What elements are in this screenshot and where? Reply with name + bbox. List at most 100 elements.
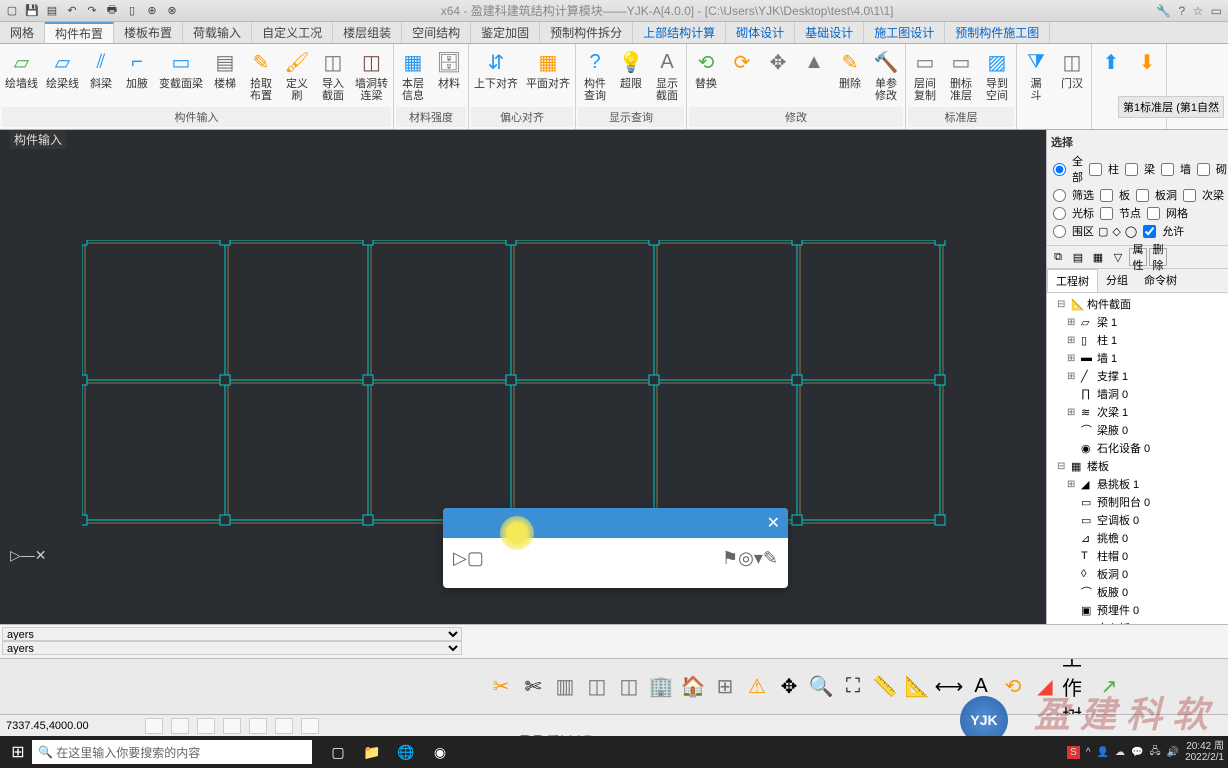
bt-layer-icon[interactable]: ▥ (550, 672, 580, 702)
ribbon-变截面梁[interactable]: ▭变截面梁 (156, 46, 206, 92)
radio-all[interactable] (1053, 163, 1066, 176)
bt-box2-icon[interactable]: ◫ (614, 672, 644, 702)
props-button[interactable]: 属性 (1129, 248, 1147, 266)
tab-空间结构[interactable]: 空间结构 (402, 22, 471, 43)
lasso-icon[interactable]: ◯ (1125, 225, 1137, 238)
chk-beam[interactable] (1125, 163, 1138, 176)
ribbon-显示 截面[interactable]: A显示 截面 (650, 46, 684, 104)
doc-icon[interactable]: ▯ (124, 3, 140, 19)
tab-预制构件施工图[interactable]: 预制构件施工图 (945, 22, 1050, 43)
sb-grid[interactable] (171, 718, 189, 734)
explorer-icon[interactable]: 📁 (356, 738, 388, 766)
sb-dyn[interactable] (301, 718, 319, 734)
add-icon[interactable]: ⊕ (144, 3, 160, 19)
tray-people-icon[interactable]: 👤 (1097, 747, 1109, 758)
chk-grid[interactable] (1147, 207, 1160, 220)
close-icon[interactable]: ✕ (767, 513, 780, 533)
sb-ortho[interactable] (197, 718, 215, 734)
sb-track[interactable] (275, 718, 293, 734)
tab-砌体设计[interactable]: 砌体设计 (726, 22, 795, 43)
tree-item[interactable]: ⊞◢悬挑板 1 (1049, 475, 1226, 493)
ribbon-导入 截面[interactable]: ◫导入 截面 (316, 46, 350, 104)
flag-icon[interactable]: ⚑ (722, 548, 738, 569)
taskview-icon[interactable]: ▢ (322, 738, 354, 766)
chk-secbeam[interactable] (1183, 189, 1196, 202)
ribbon-⬇[interactable]: ⬇ (1130, 46, 1164, 78)
tab-自定义工况[interactable]: 自定义工况 (252, 22, 333, 43)
tree-item[interactable]: ⊞▱梁 1 (1049, 313, 1226, 331)
tray-net-icon[interactable]: 🖧 (1149, 744, 1160, 761)
ribbon-本层 信息[interactable]: ▦本层 信息 (396, 46, 430, 104)
print-icon[interactable]: 🖶 (104, 3, 120, 19)
app-icon[interactable]: ◉ (424, 738, 456, 766)
bt-ruler-icon[interactable]: 📏 (870, 672, 900, 702)
tab-楼板布置[interactable]: 楼板布置 (114, 22, 183, 43)
sb-snap[interactable] (145, 718, 163, 734)
tree-item[interactable]: ▭预制阳台 0 (1049, 493, 1226, 511)
ribbon-绘墙线[interactable]: ▱绘墙线 (2, 46, 41, 92)
bt-zoomfit-icon[interactable]: ⛶ (838, 672, 868, 702)
tab-网格[interactable]: 网格 (0, 22, 45, 43)
bt-measure-icon[interactable]: 📐 (902, 672, 932, 702)
chk-allow[interactable] (1143, 225, 1156, 238)
sb-polar[interactable] (223, 718, 241, 734)
tb-layer-icon[interactable]: ▤ (1069, 248, 1087, 266)
poly-icon[interactable]: ◇ (1112, 225, 1120, 238)
ribbon-门汉[interactable]: ◫门汉 (1055, 46, 1089, 92)
ribbon-删标 准层[interactable]: ▭删标 准层 (944, 46, 978, 104)
bt-warn-icon[interactable]: ⚠ (742, 672, 772, 702)
tab-荷载输入[interactable]: 荷载输入 (183, 22, 252, 43)
ribbon-绘梁线[interactable]: ▱绘梁线 (43, 46, 82, 92)
ribbon-楼梯[interactable]: ▤楼梯 (208, 46, 242, 92)
chk-q[interactable] (1197, 163, 1210, 176)
tab-鉴定加固[interactable]: 鉴定加固 (471, 22, 540, 43)
tree-item[interactable]: ⊿挑檐 0 (1049, 529, 1226, 547)
rp-tab-命令树[interactable]: 命令树 (1136, 269, 1185, 292)
ribbon-✥[interactable]: ✥ (761, 46, 795, 78)
bt-workplane-icon[interactable]: 工作树 (1062, 672, 1092, 702)
bt-building-icon[interactable]: 🏢 (646, 672, 676, 702)
radio-cursor[interactable] (1053, 207, 1066, 220)
tree-item[interactable]: ◊板洞 0 (1049, 565, 1226, 583)
ribbon-▲[interactable]: ▲ (797, 46, 831, 78)
ribbon-定义 刷[interactable]: 🖌定义 刷 (280, 46, 314, 104)
stop-icon[interactable]: ▢ (467, 548, 484, 569)
save-icon[interactable]: 💾 (24, 3, 40, 19)
ribbon-层间 复制[interactable]: ▭层间 复制 (908, 46, 942, 104)
bt-cut-icon[interactable]: ✄ (518, 672, 548, 702)
chk-slabhole[interactable] (1136, 189, 1149, 202)
help-icon[interactable]: ? (1179, 4, 1186, 18)
tree-item[interactable]: ⊟▦楼板 (1049, 457, 1226, 475)
tree-item[interactable]: ○空心板 0 (1049, 619, 1226, 624)
ribbon-单参 修改[interactable]: 🔨单参 修改 (869, 46, 903, 104)
bt-rotate-icon[interactable]: ⟲ (998, 672, 1028, 702)
tray-vol-icon[interactable]: 🔊 (1167, 747, 1179, 758)
target-icon[interactable]: ◎▾ (738, 548, 763, 569)
bt-text-icon[interactable]: A (966, 672, 996, 702)
tray-ime-icon[interactable]: S (1067, 746, 1080, 759)
tree-item[interactable]: ⊞≋次梁 1 (1049, 403, 1226, 421)
layers-select-2[interactable]: ayers (2, 641, 462, 655)
radio-filter[interactable] (1053, 189, 1066, 202)
ribbon-替换[interactable]: ⟲替换 (689, 46, 723, 92)
project-tree[interactable]: ⊟📐构件截面⊞▱梁 1⊞▯柱 1⊞▬墙 1⊞╱支撑 1∏墙洞 0⊞≋次梁 1⌒梁… (1047, 293, 1228, 624)
tab-上部结构计算[interactable]: 上部结构计算 (633, 22, 726, 43)
play-icon[interactable]: ▷ (453, 548, 467, 569)
bt-section-icon[interactable]: ◢ (1030, 672, 1060, 702)
ribbon-漏 斗[interactable]: ⧩漏 斗 (1019, 46, 1053, 104)
ribbon-⬆[interactable]: ⬆ (1094, 46, 1128, 78)
save2-icon[interactable]: ▤ (44, 3, 60, 19)
sb-osnap[interactable] (249, 718, 267, 734)
tb-copy-icon[interactable]: ⧉ (1049, 248, 1067, 266)
taskbar-search[interactable]: 🔍 在这里输入你要搜索的内容 (32, 740, 312, 764)
tab-施工图设计[interactable]: 施工图设计 (864, 22, 945, 43)
ribbon-超限[interactable]: 💡超限 (614, 46, 648, 92)
rp-tab-分组[interactable]: 分组 (1098, 269, 1136, 292)
ribbon-材料[interactable]: 🗄材料 (432, 46, 466, 92)
tray-up-icon[interactable]: ^ (1086, 747, 1091, 758)
ribbon-平面对齐[interactable]: ▦平面对齐 (523, 46, 573, 92)
tree-item[interactable]: ⌒梁腋 0 (1049, 421, 1226, 439)
chk-col[interactable] (1089, 163, 1102, 176)
rp-tab-工程树[interactable]: 工程树 (1047, 269, 1098, 292)
new-icon[interactable]: ▢ (4, 3, 20, 19)
